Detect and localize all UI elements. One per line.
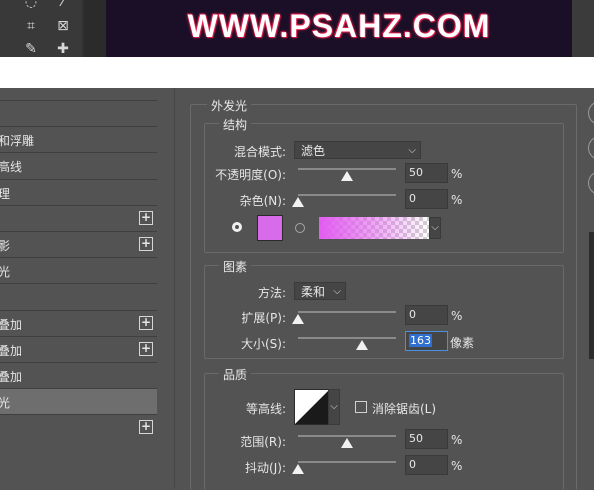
noise-label: 杂色(N): [239,194,286,208]
blend-mode-select[interactable]: 滤色 ⌵ [294,141,421,159]
healing-brush-tool-icon[interactable]: ✚ [52,41,74,58]
blend-mode-label: 混合模式: [233,145,286,159]
chevron-down-icon: ⌵ [408,145,416,156]
photoshop-top-area: ◌ ⁄ ⌗ ⊠ ✎ ✚ WWW.PSAHZ.COM [0,0,594,57]
add-effect-plus-icon[interactable]: + [139,341,153,356]
noise-slider-track[interactable] [298,194,396,196]
style-list-item[interactable]: 影 + [0,231,157,257]
size-slider-thumb[interactable] [355,340,368,350]
style-list-item-label: 光 [0,396,11,411]
opacity-input[interactable]: 50 [405,163,448,183]
jitter-slider-thumb[interactable] [292,464,304,474]
contour-label: 等高线: [245,402,286,416]
structure-title: 结构 [219,116,252,133]
white-band [0,57,594,88]
technique-select[interactable]: 柔和 ⌵ [294,282,346,300]
style-list-item-label: 叠加 [0,317,23,332]
canvas-banner: WWW.PSAHZ.COM [106,0,572,57]
range-slider-thumb[interactable] [341,438,353,448]
size-input-value: 163 [409,334,432,347]
range-percent: % [451,433,463,447]
style-list-item[interactable]: 光 [0,257,157,284]
technique-value: 柔和 [301,285,326,299]
size-unit: 像素 [450,336,475,350]
antialias-checkbox[interactable] [355,401,367,413]
style-list-item[interactable]: 理 [0,178,157,205]
technique-label: 方法: [257,286,286,300]
add-effect-plus-icon[interactable]: + [139,420,153,435]
right-panel-strip [572,0,594,57]
style-list-item-label: 叠加 [0,343,23,358]
range-label: 范围(R): [240,435,286,449]
add-effect-plus-icon[interactable]: + [139,210,153,225]
style-list-item[interactable]: 高线 [0,152,157,179]
blend-mode-value: 滤色 [301,144,326,158]
opacity-slider-track[interactable] [298,168,396,170]
glow-color-swatch[interactable] [257,215,283,241]
size-slider-track[interactable] [298,337,396,339]
style-list-item[interactable]: 叠加 + [0,335,157,362]
jitter-input[interactable]: 0 [405,455,448,475]
spread-slider-track[interactable] [298,311,396,313]
style-list-item[interactable]: 叠加 [0,362,157,388]
opacity-label: 不透明度(O): [215,168,286,182]
gradient-dropdown-chevron-icon[interactable]: ⌵ [429,217,441,239]
style-list: 和浮雕 高线理 + 影 + 光叠加 + 叠加 + 叠加光 + [0,100,158,489]
preview-panel [589,232,594,359]
add-effect-plus-icon[interactable]: + [139,237,153,251]
outer-glow-title: 外发光 [207,97,252,114]
quality-title: 品质 [219,366,252,383]
lasso-tool-icon[interactable]: ◌ [20,0,42,11]
range-slider-track[interactable] [298,435,396,437]
noise-input[interactable]: 0 [405,189,448,209]
style-list-item-label: 理 [0,186,11,201]
add-effect-plus-icon[interactable]: + [139,315,153,330]
style-list-item-label: 和浮雕 [0,134,35,149]
elements-title: 图素 [219,258,252,275]
style-list-item[interactable]: 光 [0,388,157,415]
spread-percent: % [451,309,463,323]
frame-tool-icon[interactable]: ⊠ [52,18,74,35]
list-divider [174,88,175,489]
style-list-item-label: 影 [0,239,11,253]
style-list-item-label: 高线 [0,160,23,175]
style-list-item[interactable]: 和浮雕 [0,126,157,153]
spread-label: 扩展(P): [241,311,286,325]
banner-text: WWW.PSAHZ.COM [187,8,491,44]
toolbar: ◌ ⁄ ⌗ ⊠ ✎ ✚ [0,0,82,57]
contour-chevron-down-icon[interactable]: ⌵ [328,389,340,425]
eyedropper-tool-icon[interactable]: ✎ [20,41,42,58]
magic-wand-tool-icon[interactable]: ⁄ [52,0,74,11]
range-input[interactable]: 50 [405,429,448,449]
gradient-radio[interactable] [295,223,305,233]
antialias-label: 消除锯齿(L) [372,402,437,416]
style-list-item[interactable]: 叠加 + [0,309,157,336]
jitter-percent: % [451,459,463,473]
noise-slider-thumb[interactable] [292,197,304,207]
spread-slider-thumb[interactable] [292,314,304,324]
toolbar-divider [84,0,106,57]
chevron-down-icon: ⌵ [333,286,341,297]
jitter-label: 抖动(J): [245,461,286,475]
style-list-item[interactable]: + [0,204,157,231]
jitter-slider-track[interactable] [298,461,396,463]
crop-tool-icon[interactable]: ⌗ [20,18,42,35]
opacity-slider-thumb[interactable] [341,171,353,181]
opacity-percent: % [451,167,463,181]
style-list-item-label: 叠加 [0,370,23,384]
noise-percent: % [451,193,463,207]
style-list-item[interactable] [0,283,157,310]
size-label: 大小(S): [240,337,286,351]
contour-curve-icon [295,390,329,424]
contour-picker[interactable] [294,389,330,425]
style-list-item[interactable]: + [0,414,157,441]
spread-input[interactable]: 0 [405,305,448,325]
size-input[interactable]: 163 [405,331,448,351]
style-list-item-label: 光 [0,265,11,280]
gradient-swatch[interactable] [319,217,429,239]
radio-dot [235,225,239,229]
color-radio-selected[interactable] [232,222,242,232]
style-list-item[interactable] [0,100,157,126]
